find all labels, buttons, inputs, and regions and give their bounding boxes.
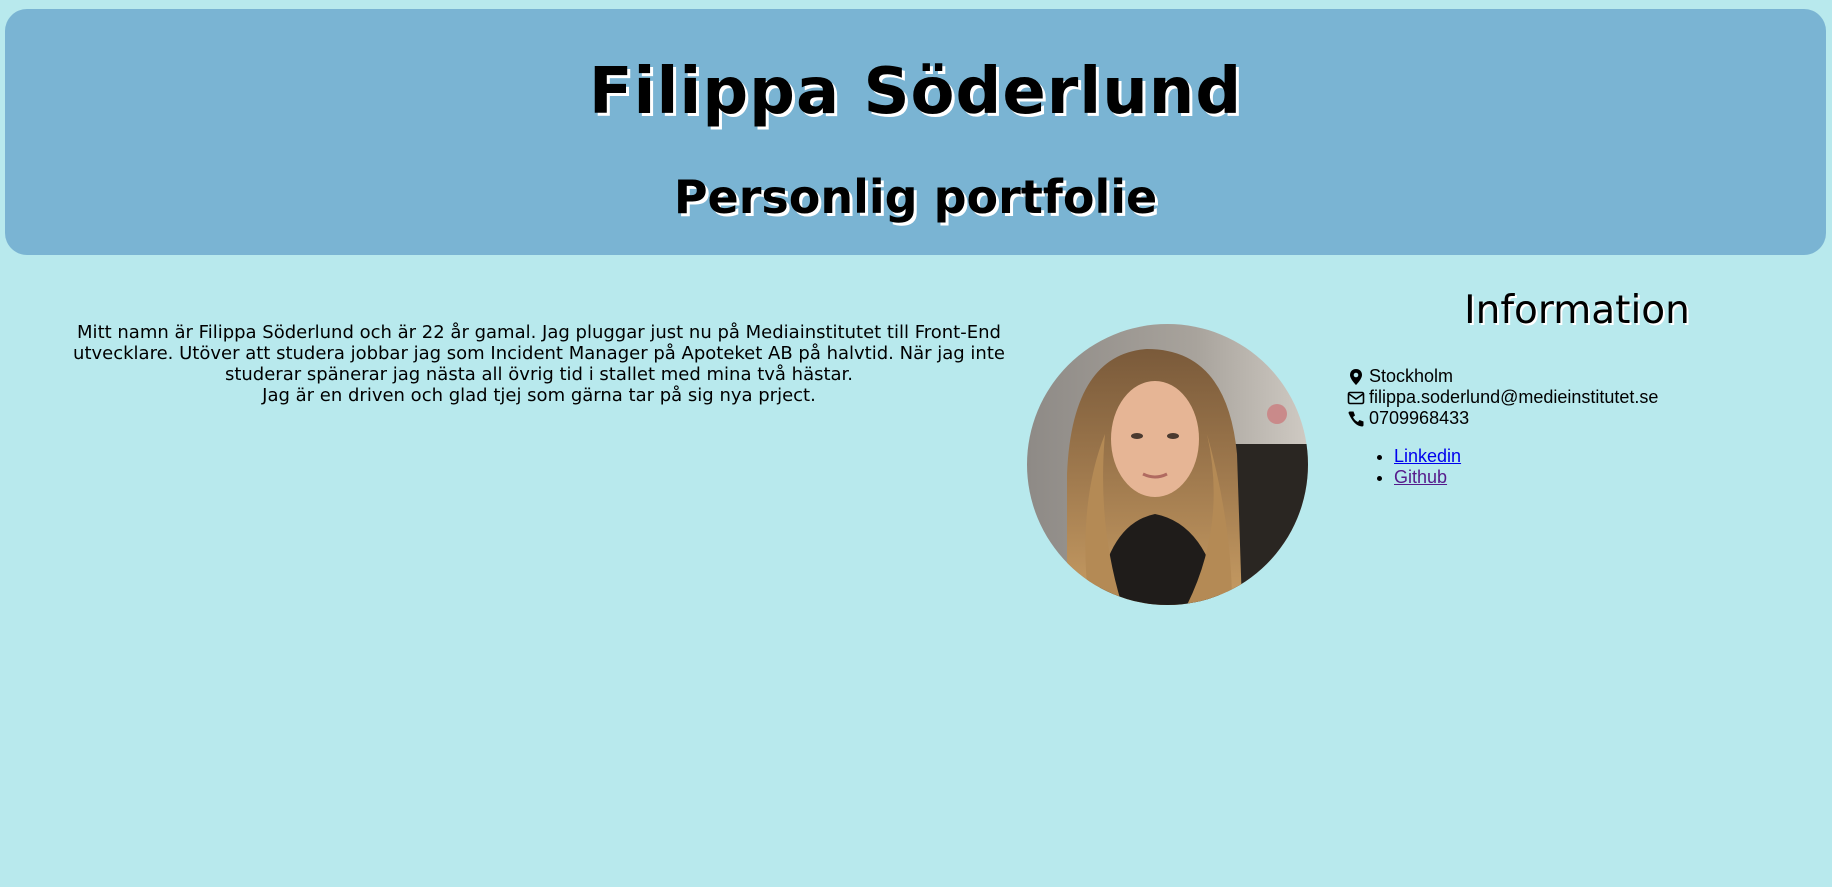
bio-paragraph: Mitt namn är Filippa Söderlund och är 22… xyxy=(73,322,1005,385)
envelope-icon xyxy=(1347,389,1365,407)
social-links-list: Linkedin Github xyxy=(1370,446,1461,488)
location-row: Stockholm xyxy=(1347,366,1658,387)
page-header: Filippa Söderlund Personlig portfolie xyxy=(5,9,1826,255)
phone-icon xyxy=(1347,410,1365,428)
bio-paragraph: Jag är en driven och glad tjej som gärna… xyxy=(262,385,816,406)
contact-info: Stockholm filippa.soderlund@medieinstitu… xyxy=(1347,366,1658,429)
list-item: Linkedin xyxy=(1394,446,1461,467)
bio-section: Mitt namn är Filippa Söderlund och är 22… xyxy=(54,322,1024,406)
linkedin-link[interactable]: Linkedin xyxy=(1394,446,1461,466)
page-title: Filippa Söderlund xyxy=(588,55,1243,129)
information-heading: Information xyxy=(1464,288,1690,333)
profile-photo xyxy=(1027,324,1308,605)
list-item: Github xyxy=(1394,467,1461,488)
github-link[interactable]: Github xyxy=(1394,467,1447,487)
email-text: filippa.soderlund@medieinstitutet.se xyxy=(1369,387,1659,407)
location-text: Stockholm xyxy=(1369,366,1454,386)
email-row: filippa.soderlund@medieinstitutet.se xyxy=(1347,387,1658,408)
phone-text: 0709968433 xyxy=(1369,408,1470,428)
page-subtitle: Personlig portfolie xyxy=(673,170,1158,224)
phone-row: 0709968433 xyxy=(1347,408,1658,429)
map-marker-icon xyxy=(1347,368,1365,386)
